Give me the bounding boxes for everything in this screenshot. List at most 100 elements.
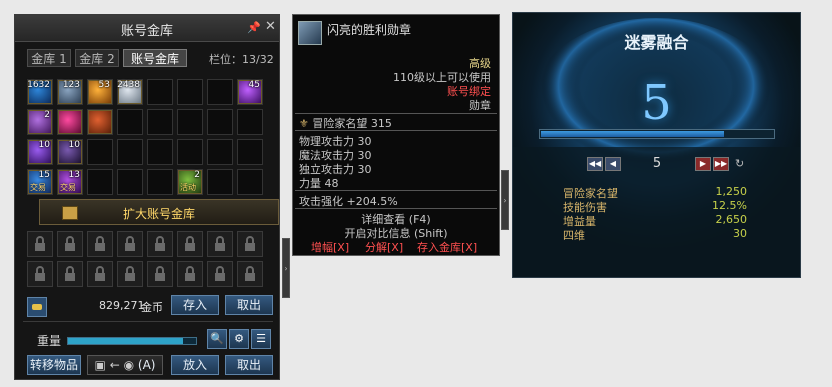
next-page-icon[interactable]: ▶ xyxy=(695,157,711,171)
deposit-gold-button[interactable]: 存入 xyxy=(171,295,219,315)
lock-icon xyxy=(125,236,135,251)
storage-slot[interactable] xyxy=(237,139,263,165)
first-page-icon[interactable]: ◀◀ xyxy=(587,157,603,171)
item-silver-gem-icon[interactable]: 2438 xyxy=(117,80,142,104)
divider xyxy=(295,130,497,131)
locked-slot xyxy=(177,261,203,287)
storage-slot[interactable]: 2438 xyxy=(117,79,143,105)
storage-grid: 1632 123 53 2438 45 2 10 10 15 交易 13 交易 2 活动 xyxy=(27,79,267,199)
storage-slot[interactable] xyxy=(237,109,263,135)
storage-slot[interactable] xyxy=(147,109,173,135)
panel-collapse-handle[interactable]: › xyxy=(282,238,290,298)
storage-slot[interactable]: 123 xyxy=(57,79,83,105)
storage-slot[interactable] xyxy=(87,109,113,135)
storage-slot[interactable] xyxy=(177,79,203,105)
storage-slot[interactable] xyxy=(117,109,143,135)
deposit-action[interactable]: 存入金库[X] xyxy=(417,239,477,255)
item-dark-orb-icon[interactable]: 10 xyxy=(58,140,82,164)
item-potion-icon[interactable]: 2 活动 xyxy=(178,170,202,194)
stat-line: 力量 48 xyxy=(299,177,339,190)
storage-slot[interactable]: 2 活动 xyxy=(177,169,203,195)
storage-slot[interactable] xyxy=(177,109,203,135)
storage-slot[interactable] xyxy=(177,139,203,165)
storage-slot[interactable]: 15 交易 xyxy=(27,169,53,195)
fusion-title: 迷雾融合 xyxy=(624,33,689,52)
title-bar[interactable]: 账号金库 📌 ✕ xyxy=(15,15,279,42)
item-tradeable-crystal-icon[interactable]: 15 交易 xyxy=(28,170,52,194)
storage-slot[interactable]: 53 xyxy=(87,79,113,105)
storage-slot[interactable] xyxy=(207,169,233,195)
prev-page-icon[interactable]: ◀ xyxy=(605,157,621,171)
item-purple-book-icon[interactable]: 10 xyxy=(28,140,52,164)
lock-icon xyxy=(65,266,75,281)
storage-slot[interactable]: 1632 xyxy=(27,79,53,105)
withdraw-gold-button[interactable]: 取出 xyxy=(225,295,273,315)
pin-icon[interactable]: 📌 xyxy=(247,21,261,34)
storage-slot[interactable]: 10 xyxy=(27,139,53,165)
tab-storage-1[interactable]: 金库 1 xyxy=(27,49,71,67)
item-scroll-icon[interactable]: 2 xyxy=(28,110,52,134)
window-title: 账号金库 xyxy=(120,24,173,39)
refresh-icon[interactable]: ↻ xyxy=(735,157,744,170)
list-icon[interactable]: ☰ xyxy=(251,329,271,349)
storage-slot[interactable] xyxy=(207,109,233,135)
storage-slot[interactable] xyxy=(87,139,113,165)
storage-slot[interactable] xyxy=(147,79,173,105)
fusion-progress-fill xyxy=(541,131,725,137)
locked-slots-grid xyxy=(27,231,267,291)
gold-coin-icon[interactable] xyxy=(27,297,47,317)
lock-icon xyxy=(185,236,195,251)
item-count: 2 xyxy=(44,110,50,120)
amplify-action[interactable]: 增幅[X] xyxy=(311,239,349,255)
fame-icon: ⚜ xyxy=(299,117,309,130)
take-out-button[interactable]: 取出 xyxy=(225,355,273,375)
panel-collapse-handle[interactable]: › xyxy=(501,170,509,230)
item-blue-crystal-icon[interactable]: 1632 xyxy=(27,80,52,104)
item-golden-frame-icon[interactable] xyxy=(88,110,112,134)
lock-icon xyxy=(155,266,165,281)
last-page-icon[interactable]: ▶▶ xyxy=(713,157,729,171)
fame-value: 315 xyxy=(370,117,392,130)
search-icon[interactable]: 🔍 xyxy=(207,329,227,349)
storage-slot[interactable]: 2 xyxy=(27,109,53,135)
storage-slot[interactable] xyxy=(237,169,263,195)
storage-slot[interactable]: 45 xyxy=(237,79,263,105)
lock-icon xyxy=(245,236,255,251)
storage-slot[interactable] xyxy=(117,139,143,165)
item-tradeable-purple-icon[interactable]: 13 交易 xyxy=(58,170,82,194)
slot-count-label: 栏位：13/32 xyxy=(209,53,274,66)
item-red-orb-icon[interactable] xyxy=(58,110,82,134)
expand-storage-label: 扩大账号金库 xyxy=(122,207,195,221)
tab-account-storage[interactable]: 账号金库 xyxy=(123,49,187,67)
gold-unit: 金币 xyxy=(141,301,163,314)
transfer-items-button[interactable]: 转移物品 xyxy=(27,355,81,375)
tab-storage-2[interactable]: 金库 2 xyxy=(75,49,119,67)
put-in-button[interactable]: 放入 xyxy=(171,355,219,375)
stat-label: 四维 xyxy=(563,229,585,242)
storage-slot[interactable]: 13 交易 xyxy=(57,169,83,195)
storage-slot[interactable] xyxy=(117,169,143,195)
storage-slot[interactable] xyxy=(57,109,83,135)
expand-storage-button[interactable]: 扩大账号金库 xyxy=(39,199,279,225)
storage-slot[interactable] xyxy=(207,139,233,165)
weight-bar xyxy=(67,337,197,345)
item-count: 15 xyxy=(38,170,50,180)
fame-row: ⚜ 冒险家名望 315 xyxy=(299,115,392,131)
bag-icon: ◉ xyxy=(123,358,135,372)
item-tag: 交易 xyxy=(60,183,76,192)
lock-icon xyxy=(215,236,225,251)
storage-slot[interactable] xyxy=(87,169,113,195)
disassemble-action[interactable]: 分解[X] xyxy=(365,239,403,255)
lock-icon xyxy=(95,236,105,251)
item-gold-medal-icon[interactable]: 53 xyxy=(88,80,112,104)
close-icon[interactable]: ✕ xyxy=(265,19,276,34)
transfer-hotkey-button[interactable]: ▣ ← ◉ (A) xyxy=(87,355,163,375)
item-chest-icon[interactable]: 123 xyxy=(58,80,82,104)
storage-slot[interactable] xyxy=(147,169,173,195)
item-count: 53 xyxy=(98,80,110,90)
item-purple-orb-icon[interactable]: 45 xyxy=(238,80,262,104)
storage-slot[interactable] xyxy=(147,139,173,165)
storage-slot[interactable] xyxy=(207,79,233,105)
gear-icon[interactable]: ⚙ xyxy=(229,329,249,349)
storage-slot[interactable]: 10 xyxy=(57,139,83,165)
